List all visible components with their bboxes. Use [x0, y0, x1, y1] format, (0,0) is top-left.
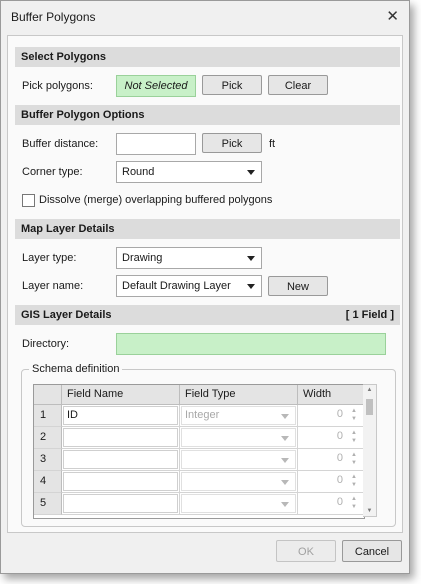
field-name-input[interactable]	[63, 450, 178, 469]
title-bar: Buffer Polygons ✕	[1, 1, 409, 33]
grid-scrollbar[interactable]: ▲ ▼	[363, 384, 377, 517]
chevron-down-icon	[281, 436, 289, 441]
row-number: 2	[34, 427, 62, 449]
section-title: Select Polygons	[21, 51, 106, 63]
dissolve-label: Dissolve (merge) overlapping buffered po…	[39, 194, 273, 206]
field-name-cell[interactable]: ID	[62, 405, 180, 427]
scroll-down-icon[interactable]: ▼	[363, 508, 376, 514]
field-type-select[interactable]	[181, 450, 296, 469]
buffer-polygons-dialog: Buffer Polygons ✕ Select Polygons Pick p…	[0, 0, 410, 574]
chevron-down-icon	[281, 480, 289, 485]
schema-definition-group: Schema definition Field Name Field Type …	[21, 363, 396, 527]
field-type-cell[interactable]	[180, 493, 298, 515]
pick-polygons-label: Pick polygons:	[22, 80, 93, 92]
scroll-up-icon[interactable]: ▲	[363, 387, 376, 393]
spinner-icon[interactable]: ▲ ▼	[351, 495, 357, 511]
dialog-title: Buffer Polygons	[11, 10, 96, 24]
buffer-distance-label: Buffer distance:	[22, 138, 99, 150]
field-type-select[interactable]	[181, 494, 296, 513]
chevron-down-icon	[247, 256, 255, 261]
field-name-cell[interactable]	[62, 449, 180, 471]
field-type-cell[interactable]: Integer	[180, 405, 298, 427]
field-name-cell[interactable]	[62, 493, 180, 515]
row-header-corner	[34, 385, 62, 405]
directory-input[interactable]	[116, 333, 386, 355]
width-value: 0	[336, 496, 343, 508]
row-number: 1	[34, 405, 62, 427]
column-header-field-name[interactable]: Field Name	[62, 385, 180, 405]
field-name-input[interactable]	[63, 428, 178, 447]
field-type-cell[interactable]	[180, 427, 298, 449]
close-icon[interactable]: ✕	[386, 7, 399, 25]
schema-legend: Schema definition	[29, 363, 123, 375]
spinner-icon[interactable]: ▲ ▼	[351, 429, 357, 445]
field-name-cell[interactable]	[62, 471, 180, 493]
section-title: Buffer Polygon Options	[21, 109, 145, 121]
width-value: 0	[336, 408, 343, 420]
width-cell[interactable]: 0 ▲ ▼	[298, 449, 364, 471]
spinner-icon[interactable]: ▲ ▼	[351, 473, 357, 489]
dissolve-checkbox[interactable]	[22, 194, 35, 207]
layer-type-value: Drawing	[122, 252, 163, 264]
field-type-select[interactable]	[181, 428, 296, 447]
corner-type-label: Corner type:	[22, 166, 83, 178]
corner-type-value: Round	[122, 166, 155, 178]
width-cell[interactable]: 0 ▲ ▼	[298, 471, 364, 493]
directory-label: Directory:	[22, 338, 70, 350]
chevron-down-icon	[247, 284, 255, 289]
field-type-select[interactable]: Integer	[181, 406, 296, 425]
chevron-down-icon	[247, 170, 255, 175]
selection-status: Not Selected	[116, 75, 196, 97]
chevron-down-icon	[281, 502, 289, 507]
field-count: [ 1 Field ]	[345, 309, 394, 321]
field-name-cell[interactable]	[62, 427, 180, 449]
pick-polygons-button[interactable]: Pick	[202, 75, 262, 95]
row-number: 5	[34, 493, 62, 515]
spinner-icon[interactable]: ▲ ▼	[351, 451, 357, 467]
width-value: 0	[336, 452, 343, 464]
field-name-input[interactable]	[63, 472, 178, 491]
layer-type-label: Layer type:	[22, 252, 77, 264]
chevron-down-icon	[281, 414, 289, 419]
content-panel: Select Polygons Pick polygons: Not Selec…	[7, 35, 403, 533]
layer-type-select[interactable]: Drawing	[116, 247, 262, 269]
width-value: 0	[336, 430, 343, 442]
new-layer-button[interactable]: New	[268, 276, 328, 296]
spinner-icon[interactable]: ▲ ▼	[351, 407, 357, 423]
row-number: 3	[34, 449, 62, 471]
chevron-down-icon	[281, 458, 289, 463]
layer-name-label: Layer name:	[22, 280, 84, 292]
section-map-layer: Map Layer Details	[15, 219, 400, 239]
clear-button[interactable]: Clear	[268, 75, 328, 95]
width-cell[interactable]: 0 ▲ ▼	[298, 427, 364, 449]
field-type-cell[interactable]	[180, 471, 298, 493]
column-header-width[interactable]: Width	[298, 385, 364, 405]
buffer-distance-input[interactable]	[116, 133, 196, 155]
width-cell[interactable]: 0 ▲ ▼	[298, 405, 364, 427]
section-title: Map Layer Details	[21, 223, 115, 235]
cancel-button[interactable]: Cancel	[342, 540, 402, 562]
section-select-polygons: Select Polygons	[15, 47, 400, 67]
width-cell[interactable]: 0 ▲ ▼	[298, 493, 364, 515]
schema-grid: Field Name Field Type Width 1 ID Integer…	[33, 384, 365, 519]
field-type-cell[interactable]	[180, 449, 298, 471]
column-header-field-type[interactable]: Field Type	[180, 385, 298, 405]
section-buffer-options: Buffer Polygon Options	[15, 105, 400, 125]
row-number: 4	[34, 471, 62, 493]
ok-button[interactable]: OK	[276, 540, 336, 562]
width-value: 0	[336, 474, 343, 486]
field-name-input[interactable]: ID	[63, 406, 178, 425]
corner-type-select[interactable]: Round	[116, 161, 262, 183]
distance-unit: ft	[269, 138, 276, 150]
field-name-input[interactable]	[63, 494, 178, 513]
layer-name-value: Default Drawing Layer	[122, 280, 231, 292]
pick-distance-button[interactable]: Pick	[202, 133, 262, 153]
section-title: GIS Layer Details	[21, 309, 112, 321]
field-type-select[interactable]	[181, 472, 296, 491]
layer-name-select[interactable]: Default Drawing Layer	[116, 275, 262, 297]
scroll-thumb[interactable]	[366, 399, 373, 415]
section-gis-layer: GIS Layer Details [ 1 Field ]	[15, 305, 400, 325]
